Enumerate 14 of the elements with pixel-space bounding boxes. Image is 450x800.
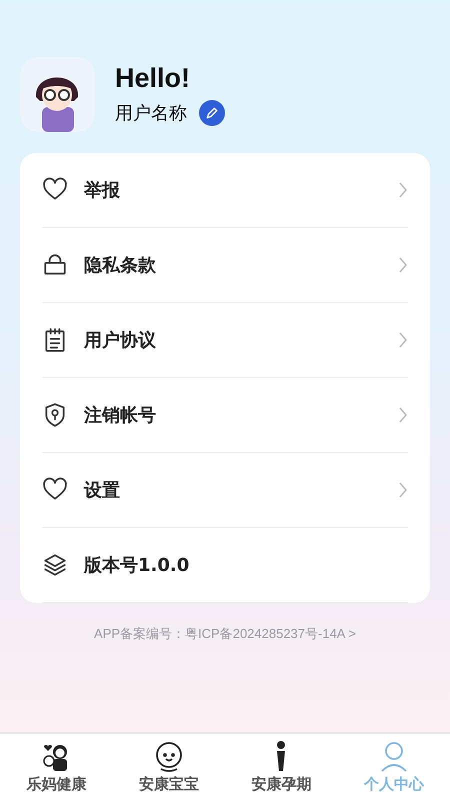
menu-item[interactable]: 隐私条款	[84, 253, 382, 277]
edit-button[interactable]	[199, 100, 225, 126]
tab-label[interactable]: 乐妈健康	[26, 775, 86, 794]
menu-item[interactable]: 注销帐号	[84, 403, 382, 427]
tab-label[interactable]: 安康宝宝	[138, 775, 199, 794]
menu-item[interactable]: 版本号1.0.0	[84, 553, 408, 577]
username: 用户名称	[115, 102, 187, 125]
tab-label[interactable]: 安康孕期	[251, 775, 312, 794]
layers-icon	[42, 552, 68, 578]
menu-item[interactable]: 设置	[84, 478, 382, 502]
greeting: Hello!	[115, 63, 192, 94]
menu-item[interactable]: 举报	[84, 178, 382, 202]
pencil-icon	[205, 106, 219, 120]
menu-item[interactable]: 用户协议	[84, 328, 382, 352]
